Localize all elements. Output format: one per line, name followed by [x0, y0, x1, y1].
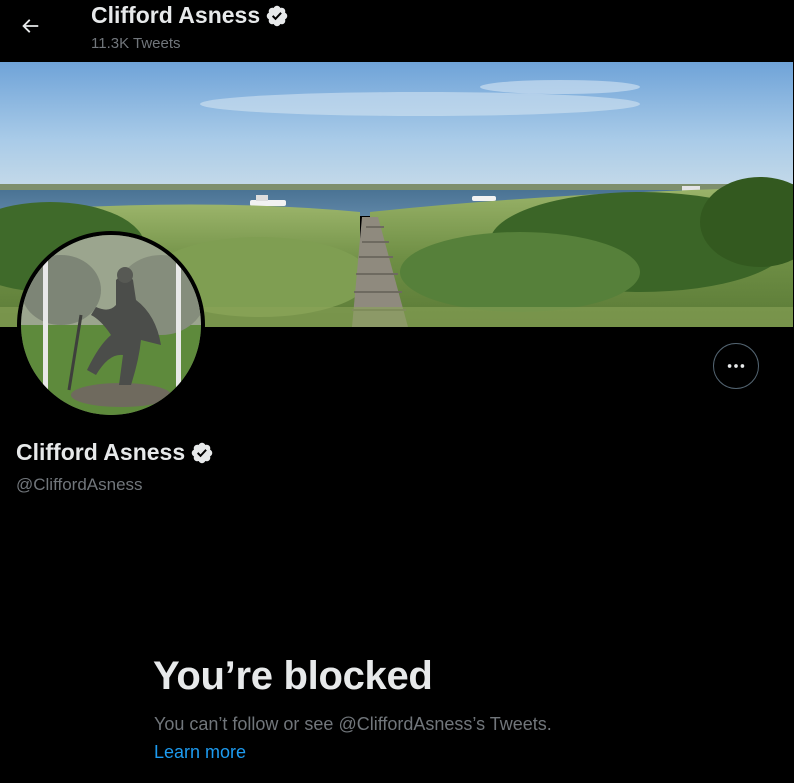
- profile-handle: @CliffordAsness: [16, 475, 143, 494]
- tweet-count: 11.3K Tweets: [91, 35, 181, 52]
- learn-more-link[interactable]: Learn more: [154, 742, 246, 763]
- avatar-image: [21, 235, 201, 415]
- back-button[interactable]: [12, 8, 48, 44]
- arrow-left-icon: [22, 19, 39, 33]
- verified-badge-icon: [266, 5, 288, 26]
- header-name-row: Clifford Asness: [91, 2, 289, 29]
- more-horizontal-icon: [727, 364, 745, 368]
- blocked-title: You’re blocked: [153, 654, 433, 698]
- profile-name: Clifford Asness: [16, 439, 186, 465]
- blocked-description: You can’t follow or see @CliffordAsness’…: [154, 714, 552, 734]
- header-name: Clifford Asness: [91, 2, 261, 28]
- more-options-button[interactable]: [713, 343, 759, 389]
- profile-name-row: Clifford Asness: [16, 439, 214, 466]
- profile-avatar[interactable]: [17, 231, 205, 419]
- verified-badge-icon: [191, 442, 213, 463]
- top-bar: Clifford Asness 11.3K Tweets: [0, 0, 794, 62]
